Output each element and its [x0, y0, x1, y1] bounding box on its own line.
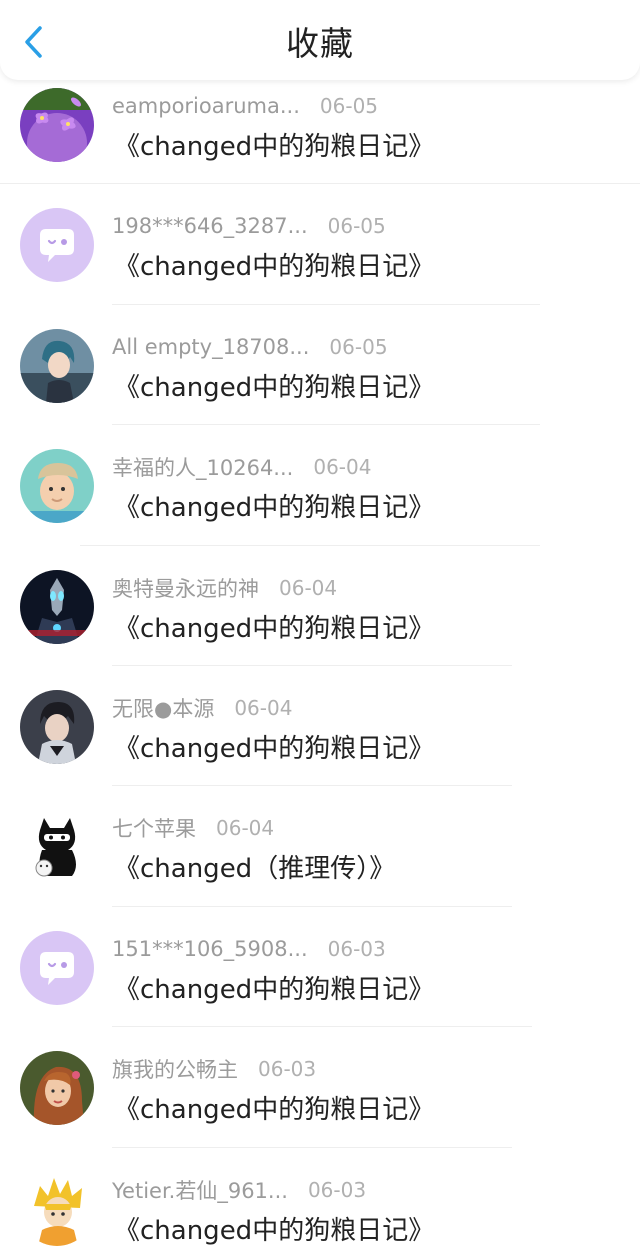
- avatar: [20, 328, 94, 403]
- book-title[interactable]: 《changed中的狗粮日记》: [114, 1089, 434, 1126]
- avatar: [20, 449, 94, 524]
- date: 06-04: [216, 816, 275, 841]
- avatar: [20, 88, 94, 162]
- book-title[interactable]: 《changed中的狗粮日记》: [114, 1210, 434, 1247]
- username[interactable]: 无限●本源: [112, 693, 214, 723]
- list-item[interactable]: 奥特曼永远的神 06-04 《changed中的狗粮日记》: [0, 546, 640, 666]
- avatar: [20, 930, 94, 1005]
- list-item[interactable]: 旗我的公畅主 06-03 《changed中的狗粮日记》: [0, 1027, 640, 1148]
- avatar: [20, 810, 94, 885]
- favorites-list: eamporioaruma... 06-05 《changed中的狗粮日记》 1…: [0, 64, 640, 1253]
- book-title[interactable]: 《changed（推理传）》: [114, 848, 395, 885]
- username[interactable]: 旗我的公畅主: [112, 1054, 238, 1084]
- favorites-page: 收藏 eamporioaruma... 06-05 《changed中的狗粮日记…: [0, 0, 640, 1253]
- portrait-woman-avatar-icon: [20, 1051, 94, 1126]
- list-item[interactable]: 151***106_5908... 06-03 《changed中的狗粮日记》: [0, 907, 640, 1028]
- list-item[interactable]: 幸福的人_10264... 06-04 《changed中的狗粮日记》: [0, 425, 640, 546]
- anime-boy-avatar-icon: [20, 689, 94, 764]
- book-title[interactable]: 《changed中的狗粮日记》: [114, 608, 434, 645]
- item-meta: 幸福的人_10264... 06-04: [112, 451, 371, 483]
- date: 06-03: [307, 1177, 367, 1202]
- avatar: [20, 689, 94, 764]
- date: 06-05: [329, 334, 388, 359]
- item-meta: 无限●本源 06-04: [112, 692, 292, 724]
- username[interactable]: Yetier.若仙_961...: [112, 1175, 288, 1205]
- list-item[interactable]: 七个苹果 06-04 《changed（推理传）》: [0, 786, 640, 907]
- item-meta: 七个苹果 06-04: [112, 812, 274, 844]
- date: 06-04: [234, 695, 293, 720]
- date: 06-04: [279, 575, 338, 600]
- item-meta: 198***646_3287... 06-05: [112, 210, 386, 242]
- book-title[interactable]: 《changed中的狗粮日记》: [114, 728, 434, 765]
- book-title[interactable]: 《changed中的狗粮日记》: [114, 367, 434, 404]
- list-item[interactable]: 198***646_3287... 06-05 《changed中的狗粮日记》: [0, 184, 640, 305]
- default-chat-bubble-avatar-icon: [20, 930, 94, 1005]
- date: 06-04: [313, 455, 372, 480]
- book-title[interactable]: 《changed中的狗粮日记》: [114, 246, 434, 283]
- item-meta: 旗我的公畅主 06-03: [112, 1053, 316, 1085]
- username[interactable]: All empty_18708...: [112, 335, 309, 359]
- book-title[interactable]: 《changed中的狗粮日记》: [114, 126, 434, 163]
- child-cap-avatar-icon: [20, 449, 94, 524]
- username[interactable]: eamporioaruma...: [112, 94, 300, 118]
- username[interactable]: 幸福的人_10264...: [112, 452, 293, 482]
- avatar: [20, 1051, 94, 1126]
- item-meta: Yetier.若仙_961... 06-03: [112, 1174, 366, 1206]
- yellow-hair-anime-avatar-icon: [20, 1171, 94, 1246]
- date: 06-03: [327, 936, 386, 961]
- avatar: [20, 569, 94, 644]
- default-chat-bubble-avatar-icon: [20, 208, 94, 283]
- username[interactable]: 198***646_3287...: [112, 214, 308, 238]
- item-meta: 151***106_5908... 06-03: [112, 933, 386, 965]
- anime-character-avatar-icon: [20, 328, 94, 403]
- black-cat-cartoon-avatar-icon: [20, 810, 94, 885]
- page-title: 收藏: [286, 24, 354, 63]
- item-meta: 奥特曼永远的神 06-04: [112, 572, 337, 604]
- date: 06-05: [319, 94, 379, 118]
- username[interactable]: 七个苹果: [112, 813, 196, 843]
- list-item[interactable]: eamporioaruma... 06-05 《changed中的狗粮日记》: [0, 64, 640, 185]
- avatar: [20, 208, 94, 283]
- list-item[interactable]: 无限●本源 06-04 《changed中的狗粮日记》: [0, 666, 640, 787]
- book-title[interactable]: 《changed中的狗粮日记》: [114, 969, 434, 1006]
- purple-flowers-avatar-icon: [20, 88, 94, 162]
- ultraman-avatar-icon: [20, 569, 94, 644]
- username[interactable]: 151***106_5908...: [112, 937, 308, 961]
- username[interactable]: 奥特曼永远的神: [112, 573, 259, 603]
- book-title[interactable]: 《changed中的狗粮日记》: [114, 487, 434, 524]
- item-meta: All empty_18708... 06-05: [112, 331, 388, 363]
- list-item[interactable]: All empty_18708... 06-05 《changed中的狗粮日记》: [0, 305, 640, 426]
- item-meta: eamporioaruma... 06-05: [112, 90, 378, 122]
- list-item[interactable]: Yetier.若仙_961... 06-03 《changed中的狗粮日记》: [0, 1148, 640, 1253]
- avatar: [20, 1171, 94, 1246]
- date: 06-05: [327, 214, 386, 239]
- date: 06-03: [258, 1057, 317, 1082]
- top-bar: 收藏: [0, 0, 640, 80]
